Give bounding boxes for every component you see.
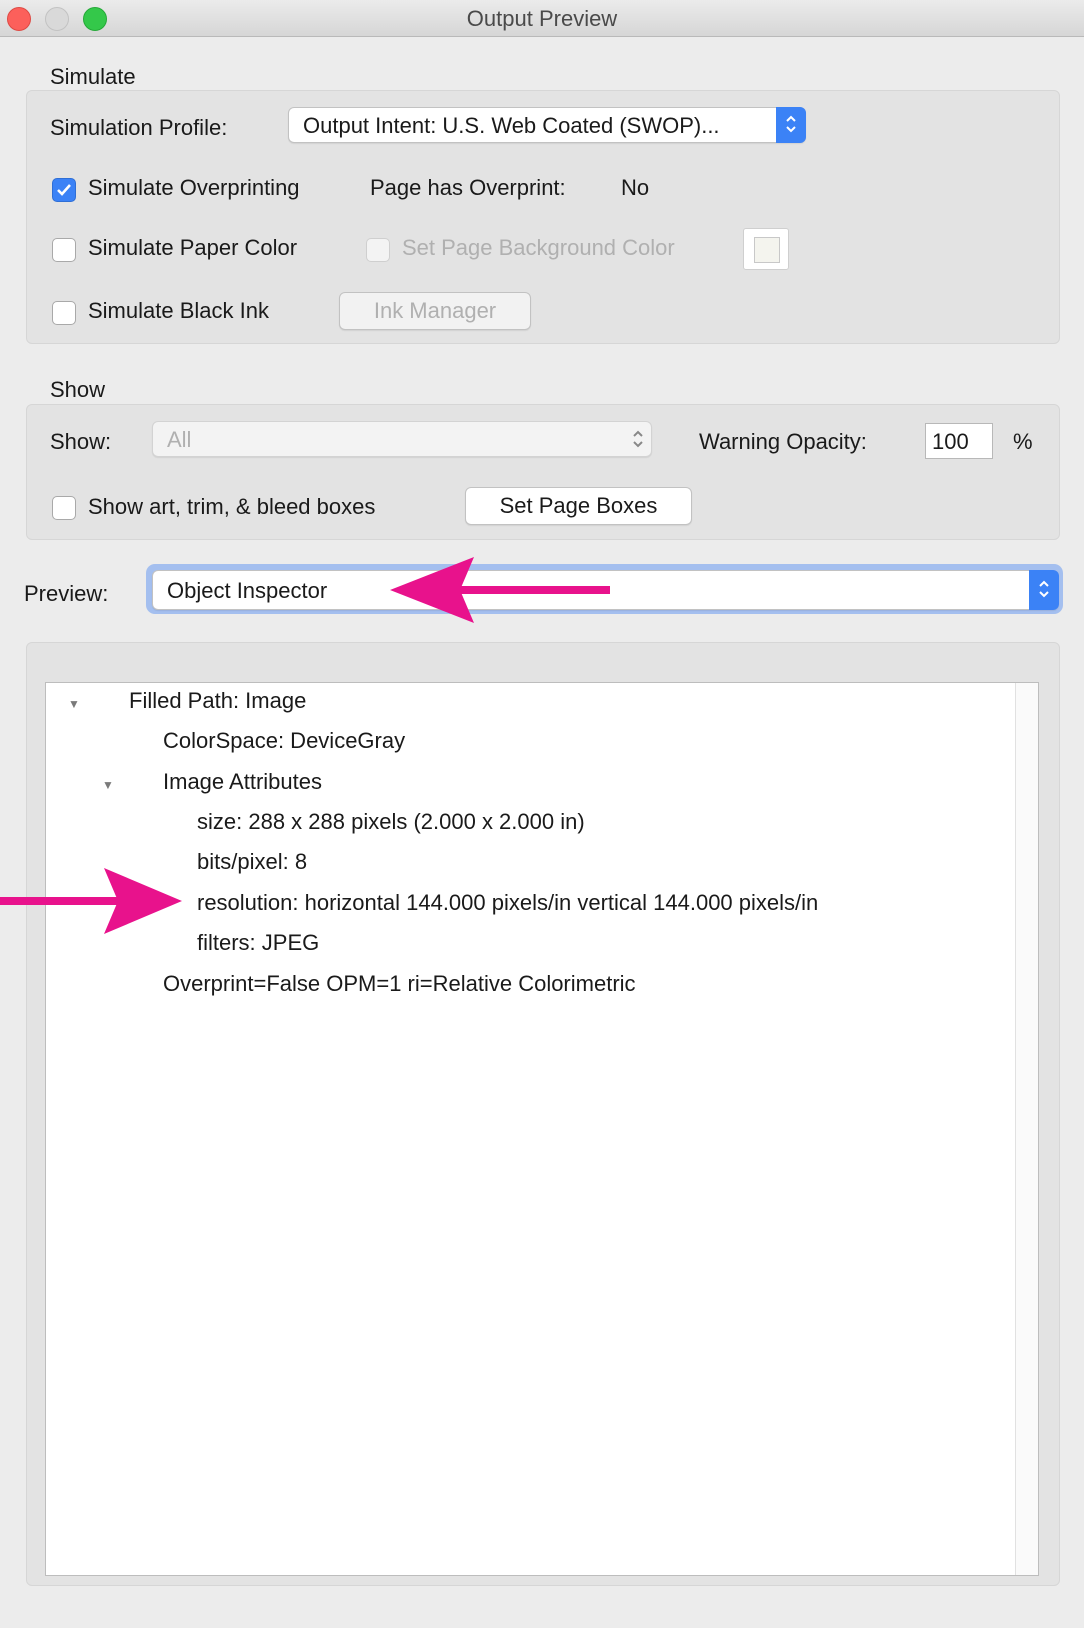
scrollbar[interactable] <box>1015 683 1038 1575</box>
checkmark-icon <box>57 184 71 196</box>
background-color-well[interactable] <box>743 228 789 270</box>
set-page-boxes-button[interactable]: Set Page Boxes <box>465 487 692 525</box>
object-inspector-tree: ▼ Filled Path: Image ColorSpace: DeviceG… <box>45 682 1039 1576</box>
preview-value: Object Inspector <box>167 578 328 603</box>
tree-row[interactable]: filters: JPEG <box>197 930 319 956</box>
annotation-arrow-resolution <box>0 868 182 934</box>
set-page-background-label: Set Page Background Color <box>402 235 675 260</box>
show-section-title: Show <box>50 377 106 402</box>
tree-row[interactable]: Overprint=False OPM=1 ri=Relative Colori… <box>163 971 636 997</box>
simulate-overprinting-checkbox[interactable] <box>52 178 76 202</box>
tree-row[interactable]: bits/pixel: 8 <box>197 849 307 875</box>
warning-opacity-field[interactable]: 100 <box>925 423 993 459</box>
simulation-profile-select[interactable]: Output Intent: U.S. Web Coated (SWOP)... <box>288 107 806 143</box>
annotation-arrow-preview <box>390 557 610 623</box>
chevron-updown-icon <box>631 427 645 456</box>
title-bar: Output Preview <box>0 0 1084 37</box>
simulate-paper-color-checkbox[interactable] <box>52 238 76 262</box>
tree-row[interactable]: ColorSpace: DeviceGray <box>163 728 405 754</box>
color-swatch <box>754 237 780 263</box>
ink-manager-button[interactable]: Ink Manager <box>339 292 531 330</box>
set-page-background-checkbox[interactable] <box>366 238 390 262</box>
simulate-section-title: Simulate <box>50 64 136 89</box>
show-value: All <box>167 427 192 452</box>
simulation-profile-label: Simulation Profile: <box>50 115 228 140</box>
simulation-profile-value: Output Intent: U.S. Web Coated (SWOP)... <box>303 113 720 138</box>
tree-row[interactable]: resolution: horizontal 144.000 pixels/in… <box>197 890 818 916</box>
tree-row[interactable]: size: 288 x 288 pixels (2.000 x 2.000 in… <box>197 809 585 835</box>
simulate-paper-color-label: Simulate Paper Color <box>88 235 298 260</box>
simulate-overprinting-label: Simulate Overprinting <box>88 175 300 200</box>
page-overprint-label: Page has Overprint: <box>370 175 566 200</box>
show-select[interactable]: All <box>152 421 652 457</box>
simulate-black-ink-label: Simulate Black Ink <box>88 298 269 323</box>
preview-label: Preview: <box>24 581 109 606</box>
chevron-updown-icon <box>1029 570 1059 610</box>
disclosure-triangle-icon[interactable]: ▼ <box>102 778 114 792</box>
warning-opacity-label: Warning Opacity: <box>699 429 867 454</box>
show-boxes-label: Show art, trim, & bleed boxes <box>88 494 376 519</box>
disclosure-triangle-icon[interactable]: ▼ <box>68 697 80 711</box>
show-boxes-checkbox[interactable] <box>52 496 76 520</box>
tree-row[interactable]: Filled Path: Image <box>129 688 306 714</box>
tree-row[interactable]: Image Attributes <box>163 769 322 795</box>
chevron-updown-icon <box>776 107 806 143</box>
percent-label: % <box>1013 429 1033 454</box>
simulate-black-ink-checkbox[interactable] <box>52 301 76 325</box>
page-overprint-value: No <box>621 175 650 200</box>
show-label: Show: <box>50 429 112 454</box>
window-title: Output Preview <box>466 6 618 31</box>
